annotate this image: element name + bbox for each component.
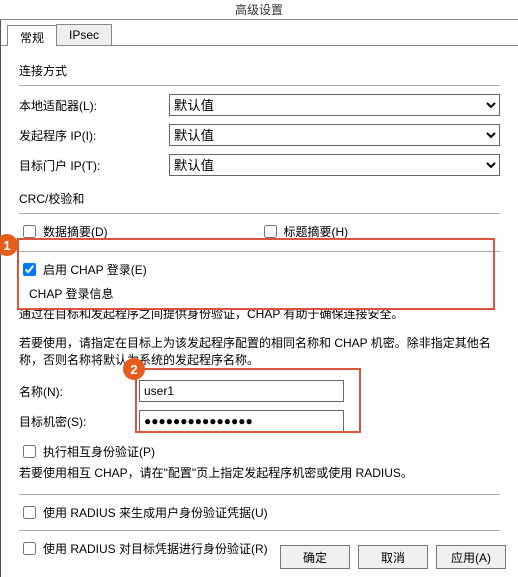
- initiator-ip-select[interactable]: 默认值: [169, 124, 500, 146]
- crc-group-label: CRC/校验和: [19, 190, 500, 207]
- mutual-auth-note: 若要使用相互 CHAP，请在"配置"页上指定发起程序机密或使用 RADIUS。: [19, 465, 500, 482]
- apply-button[interactable]: 应用(A): [436, 545, 506, 569]
- cancel-button[interactable]: 取消: [358, 545, 428, 569]
- row-chap-name: 名称(N):: [19, 380, 500, 402]
- divider: [19, 85, 500, 86]
- row-chap-secret: 目标机密(S):: [19, 410, 500, 432]
- tab-ipsec[interactable]: IPsec: [56, 24, 112, 45]
- local-adapter-label: 本地适配器(L):: [19, 97, 169, 114]
- tab-ipsec-label: IPsec: [69, 28, 99, 42]
- divider: [19, 213, 500, 214]
- header-digest-wrapper: 标题摘要(H): [260, 222, 501, 241]
- local-adapter-select[interactable]: 默认值: [169, 94, 500, 116]
- divider: [19, 530, 500, 531]
- chap-secret-label: 目标机密(S):: [19, 413, 139, 430]
- target-portal-ip-label: 目标门户 IP(T):: [19, 157, 169, 174]
- mutual-auth-wrapper: 执行相互身份验证(P): [19, 442, 500, 461]
- connection-group-label: 连接方式: [19, 62, 500, 79]
- target-portal-ip-select[interactable]: 默认值: [169, 154, 500, 176]
- ok-button[interactable]: 确定: [280, 545, 350, 569]
- divider: [19, 494, 500, 495]
- initiator-ip-label: 发起程序 IP(I):: [19, 127, 169, 144]
- tab-general[interactable]: 常规: [7, 25, 57, 46]
- radius-auth-checkbox[interactable]: [23, 542, 36, 555]
- button-bar: 确定 取消 应用(A): [280, 545, 506, 569]
- radius-auth-label: 使用 RADIUS 对目标凭据进行身份验证(R): [43, 540, 268, 557]
- data-digest-checkbox[interactable]: [23, 225, 36, 238]
- radius-cred-wrapper: 使用 RADIUS 来生成用户身份验证凭据(U): [19, 503, 500, 522]
- radius-cred-label: 使用 RADIUS 来生成用户身份验证凭据(U): [43, 504, 268, 521]
- chap-name-label: 名称(N):: [19, 383, 139, 400]
- mutual-auth-label: 执行相互身份验证(P): [43, 443, 155, 460]
- dialog-content: 常规 IPsec 连接方式 本地适配器(L): 默认值 发起程序 IP(I): …: [0, 20, 518, 577]
- header-digest-label: 标题摘要(H): [284, 223, 349, 240]
- enable-chap-wrapper: 启用 CHAP 登录(E): [19, 260, 500, 279]
- tab-general-label: 常规: [20, 31, 44, 45]
- row-target-portal-ip: 目标门户 IP(T): 默认值: [19, 154, 500, 176]
- data-digest-label: 数据摘要(D): [43, 223, 108, 240]
- mutual-auth-checkbox[interactable]: [23, 445, 36, 458]
- header-digest-checkbox[interactable]: [264, 225, 277, 238]
- row-initiator-ip: 发起程序 IP(I): 默认值: [19, 124, 500, 146]
- tab-body-general: 连接方式 本地适配器(L): 默认值 发起程序 IP(I): 默认值 目标门户 …: [1, 46, 518, 568]
- chap-usage-note: 若要使用，请指定在目标上为该发起程序配置的相同名称和 CHAP 机密。除非指定其…: [19, 335, 500, 369]
- annotation-badge-2: 2: [123, 358, 145, 380]
- data-digest-wrapper: 数据摘要(D): [19, 222, 260, 241]
- crc-row: 数据摘要(D) 标题摘要(H): [19, 222, 500, 241]
- window-title-bar: 高级设置: [0, 0, 518, 20]
- chap-secret-input[interactable]: [139, 410, 344, 432]
- window-title: 高级设置: [235, 3, 283, 17]
- radius-cred-checkbox[interactable]: [23, 506, 36, 519]
- row-local-adapter: 本地适配器(L): 默认值: [19, 94, 500, 116]
- enable-chap-checkbox[interactable]: [23, 263, 36, 276]
- tab-strip: 常规 IPsec: [1, 20, 518, 46]
- chap-info-title: CHAP 登录信息: [29, 285, 500, 302]
- chap-info-desc: 通过在目标和发起程序之间提供身份验证，CHAP 有助于确保连接安全。: [19, 306, 500, 323]
- enable-chap-label: 启用 CHAP 登录(E): [43, 261, 147, 278]
- divider: [19, 251, 500, 252]
- chap-name-input[interactable]: [139, 380, 344, 402]
